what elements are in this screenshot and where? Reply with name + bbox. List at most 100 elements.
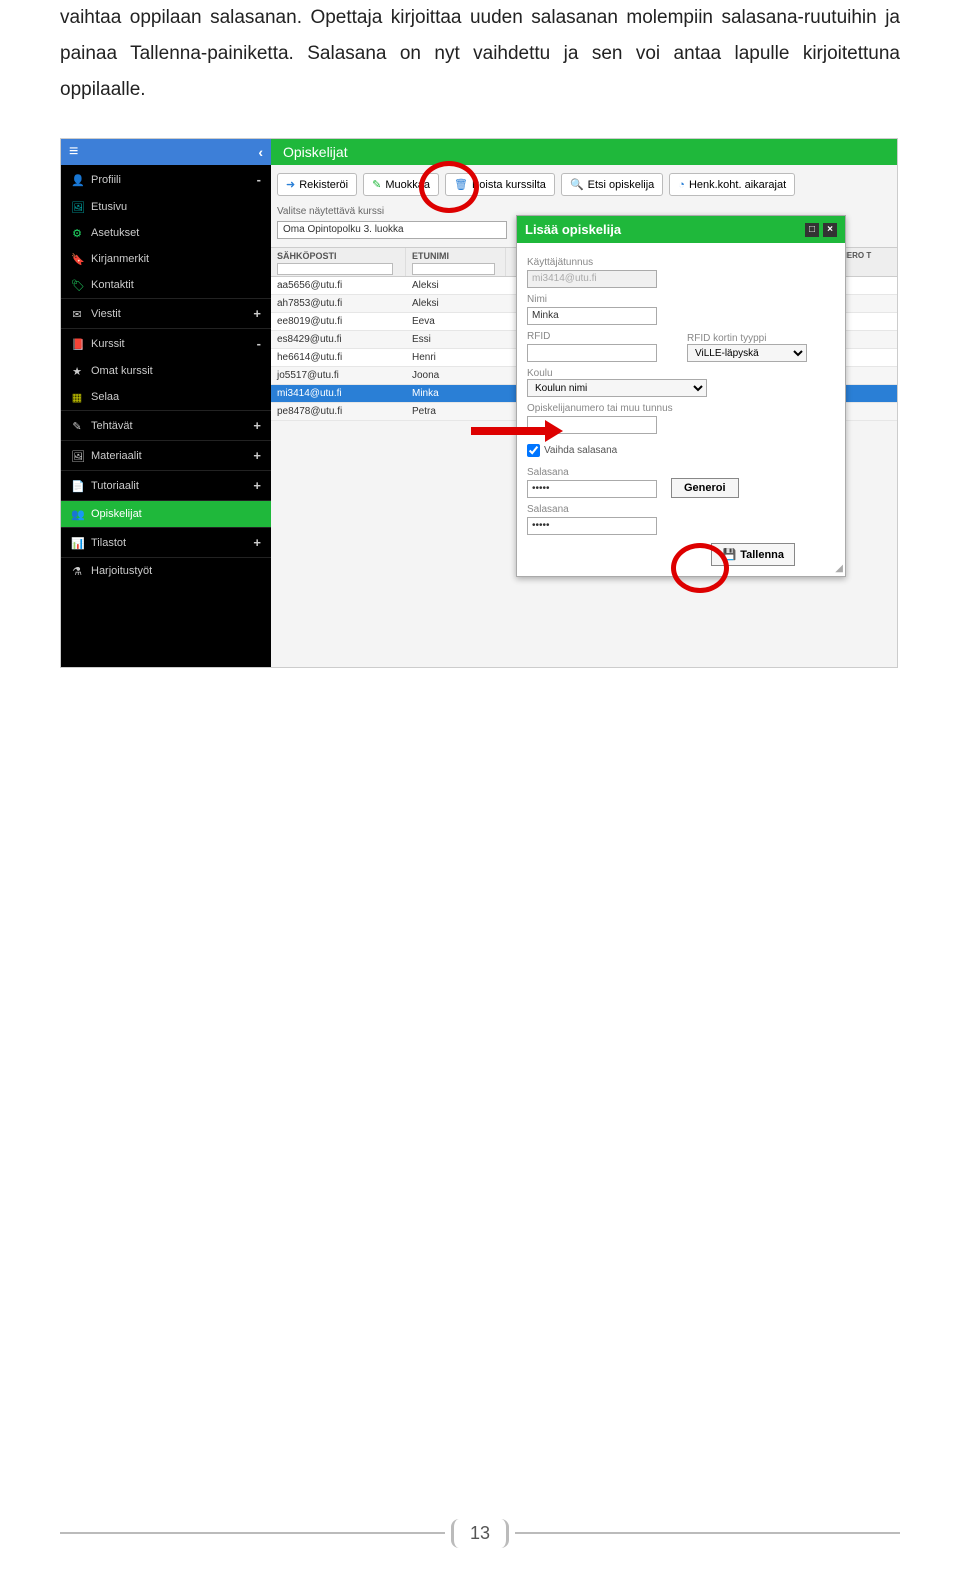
page-title: Opiskelijat (271, 139, 897, 165)
sidebar-item-harjoitustyöt[interactable]: ⚗ Harjoitustyöt (61, 557, 271, 584)
login-icon: ➜ (286, 178, 295, 191)
sidebar-item-selaa[interactable]: ▦Selaa (61, 384, 271, 410)
sidebar-item-label: Tilastot (91, 537, 126, 549)
sidebar-item-kontaktit[interactable]: 🏷 Kontaktit (61, 272, 271, 298)
maximize-icon[interactable]: □ (805, 223, 819, 237)
minus-icon: - (257, 336, 261, 351)
col-name-label: ETUNIMI (412, 251, 499, 261)
rfid-type-select[interactable]: ViLLE-läpyskä (687, 344, 807, 362)
vaihda-label: Vaihda salasana (544, 445, 617, 456)
rekisteroi-label: Rekisteröi (299, 179, 348, 191)
sidebar-item-tutoriaalit[interactable]: 📄 Tutoriaalit + (61, 470, 271, 500)
dialog-titlebar: Lisää opiskelija □ × (517, 216, 845, 243)
sidebar-icon: ✎ (71, 420, 83, 432)
course-select[interactable]: Oma Opintopolku 3. luokka (277, 221, 507, 239)
vaihda-checkbox[interactable] (527, 444, 540, 457)
cell-name: Aleksi (406, 277, 506, 294)
sidebar-item-kirjanmerkit[interactable]: 🔖Kirjanmerkit (61, 246, 271, 272)
filter-email-input[interactable] (277, 263, 393, 275)
salasana2-field[interactable]: ••••• (527, 517, 657, 535)
tallenna-label: Tallenna (740, 549, 784, 561)
sidebar: 👤Profiili-🖼Etusivu ⚙ Asetukset 🔖Kirjanmerki… (61, 165, 271, 667)
cell-email: jo5517@utu.fi (271, 367, 406, 384)
poista-label: Poista kurssilta (472, 179, 546, 191)
sidebar-item-viestit[interactable]: ✉Viestit+ (61, 298, 271, 328)
sidebar-item-omat-kurssit[interactable]: ★Omat kurssit (61, 358, 271, 384)
annotation-circle-tallenna (671, 543, 729, 593)
kayttaja-label: Käyttäjätunnus (527, 257, 835, 268)
sidebar-item-tehtävät[interactable]: ✎Tehtävät+ (61, 410, 271, 440)
minus-icon: - (257, 172, 261, 187)
sidebar-item-label: Kontaktit (91, 279, 134, 291)
sidebar-item-label: Tutoriaalit (91, 480, 139, 492)
plus-icon: + (253, 448, 261, 463)
clock-icon: ◔ (678, 179, 685, 191)
sidebar-item-label: Asetukset (91, 227, 139, 239)
sidebar-item-tilastot[interactable]: 📊Tilastot+ (61, 527, 271, 557)
rfid-field[interactable] (527, 344, 657, 362)
cell-email: mi3414@utu.fi (271, 385, 406, 402)
sidebar-icon: 👤 (71, 174, 83, 186)
sidebar-icon: 👥 (71, 508, 83, 520)
topbar-left: ≡ ‹ (61, 139, 271, 165)
koulu-label: Koulu (527, 368, 835, 379)
cell-name: Henri (406, 349, 506, 366)
sidebar-item-label: Etusivu (91, 201, 127, 213)
annotation-arrow (471, 427, 547, 435)
plus-icon: + (253, 306, 261, 321)
nimi-field[interactable]: Minka (527, 307, 657, 325)
sidebar-item-opiskelijat[interactable]: 👥 Opiskelijat (61, 500, 271, 527)
main-area: ➜Rekisteröi ✎Muokkaa 🗑Poista kurssilta 🔍… (271, 165, 897, 667)
cell-name: Eeva (406, 313, 506, 330)
henk-button[interactable]: ◔Henk.koht. aikarajat (669, 173, 795, 196)
etsi-button[interactable]: 🔍Etsi opiskelija (561, 173, 663, 196)
annotation-circle-muokkaa (419, 161, 479, 213)
pencil-icon: ✎ (372, 178, 381, 191)
col-email-label: SÄHKÖPOSTI (277, 251, 399, 261)
sidebar-icon: 🔖 (71, 253, 83, 265)
page-footer: 13 (0, 1532, 960, 1534)
cell-email: ah7853@utu.fi (271, 295, 406, 312)
sidebar-icon: ⚗ (71, 565, 83, 577)
sidebar-icon: 📕 (71, 338, 83, 350)
cell-email: ee8019@utu.fi (271, 313, 406, 330)
collapse-icon[interactable]: ‹ (258, 144, 263, 160)
kayttaja-field: mi3414@utu.fi (527, 270, 657, 288)
sidebar-item-label: Opiskelijat (91, 508, 142, 520)
generoi-button[interactable]: Generoi (671, 478, 739, 498)
plus-icon: + (253, 418, 261, 433)
nimi-label: Nimi (527, 294, 835, 305)
sidebar-item-profiili[interactable]: 👤Profiili- (61, 165, 271, 194)
search-icon: 🔍 (570, 178, 584, 191)
sidebar-item-materiaalit[interactable]: 🖼Materiaalit+ (61, 440, 271, 470)
add-student-dialog: Lisää opiskelija □ × Käyttäjätunnus mi34… (516, 215, 846, 577)
toolbar: ➜Rekisteröi ✎Muokkaa 🗑Poista kurssilta 🔍… (271, 165, 897, 204)
plus-icon: + (253, 478, 261, 493)
sidebar-icon: ⚙ (71, 227, 83, 239)
sidebar-icon: ▦ (71, 391, 83, 403)
page-number: 13 (451, 1519, 509, 1548)
filter-name-input[interactable] (412, 263, 495, 275)
sidebar-item-label: Harjoitustyöt (91, 565, 152, 577)
sidebar-icon: 📄 (71, 480, 83, 492)
sidebar-icon: 🏷 (71, 279, 83, 291)
dialog-title: Lisää opiskelija (525, 222, 621, 237)
koulu-select[interactable]: Koulun nimi (527, 379, 707, 397)
sidebar-icon: ★ (71, 365, 83, 377)
sidebar-item-etusivu[interactable]: 🖼Etusivu (61, 194, 271, 220)
cell-email: pe8478@utu.fi (271, 403, 406, 420)
close-icon[interactable]: × (823, 223, 837, 237)
cell-name: Essi (406, 331, 506, 348)
rfid-type-label: RFID kortin tyyppi (687, 333, 807, 344)
cell-name: Joona (406, 367, 506, 384)
sidebar-icon: ✉ (71, 308, 83, 320)
resize-handle-icon[interactable]: ◢ (835, 563, 843, 574)
cell-email: he6614@utu.fi (271, 349, 406, 366)
intro-paragraph: vaihtaa oppilaan salasanan. Opettaja kir… (60, 0, 900, 108)
rekisteroi-button[interactable]: ➜ Rekisteröi (277, 173, 357, 196)
sidebar-item-asetukset[interactable]: ⚙ Asetukset (61, 220, 271, 246)
hamburger-icon[interactable]: ≡ (69, 143, 78, 161)
sidebar-item-kurssit[interactable]: 📕Kurssit- (61, 328, 271, 358)
salasana1-field[interactable]: ••••• (527, 480, 657, 498)
sidebar-icon: 📊 (71, 537, 83, 549)
